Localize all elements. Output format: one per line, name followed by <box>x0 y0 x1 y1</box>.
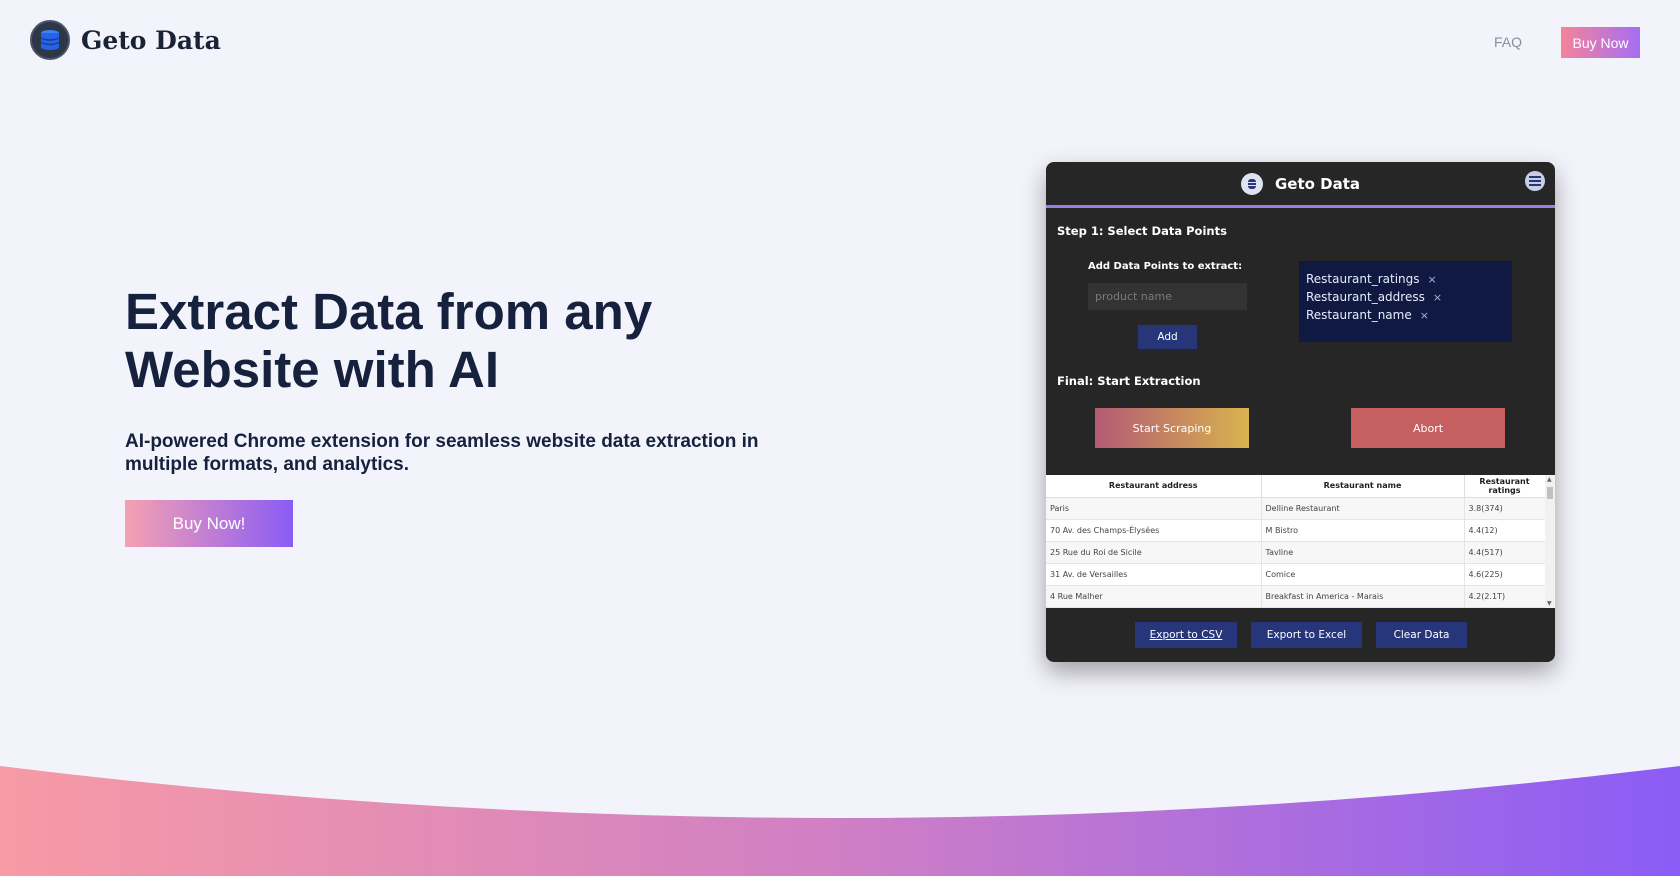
table-row: 31 Av. de Versailles Comice 4.6(225) <box>1046 563 1546 586</box>
start-scraping-button[interactable]: Start Scraping <box>1095 408 1249 448</box>
table-cell: 4 Rue Malher <box>1046 585 1262 608</box>
chip-label: Restaurant_address <box>1306 290 1425 304</box>
column-header[interactable]: Restaurant address <box>1046 475 1262 498</box>
data-point-chip: Restaurant_name × <box>1306 306 1505 324</box>
step1-heading: Step 1: Select Data Points <box>1057 224 1227 238</box>
scroll-up-icon[interactable]: ▲ <box>1547 476 1552 483</box>
remove-icon[interactable]: × <box>1428 273 1437 286</box>
extension-popup: Geto Data Step 1: Select Data Points Add… <box>1046 162 1555 662</box>
data-point-input[interactable] <box>1088 283 1247 310</box>
popup-header: Geto Data <box>1046 162 1555 206</box>
table-cell: Delline Restaurant <box>1261 497 1465 520</box>
table-cell: Tavline <box>1261 541 1465 564</box>
hero-buy-now-button[interactable]: Buy Now! <box>125 500 293 547</box>
table-cell: 4.6(225) <box>1464 563 1546 586</box>
remove-icon[interactable]: × <box>1433 291 1442 304</box>
nav-buy-now-button[interactable]: Buy Now <box>1561 27 1640 58</box>
hero-subtitle: AI-powered Chrome extension for seamless… <box>125 431 759 475</box>
results-table: Restaurant address Restaurant name Resta… <box>1046 475 1555 608</box>
database-icon <box>30 20 70 60</box>
decorative-wave <box>0 766 1680 876</box>
export-csv-button[interactable]: Export to CSV <box>1135 622 1237 648</box>
table-cell: 70 Av. des Champs-Élysées <box>1046 519 1262 542</box>
table-scrollbar[interactable]: ▲ ▼ <box>1545 475 1555 608</box>
add-data-points-label: Add Data Points to extract: <box>1088 261 1243 272</box>
add-button[interactable]: Add <box>1138 325 1197 349</box>
table-row: 70 Av. des Champs-Élysées M Bistro 4.4(1… <box>1046 519 1546 542</box>
table-cell: 4.2(2.1T) <box>1464 585 1546 608</box>
menu-icon[interactable] <box>1525 171 1545 191</box>
popup-title: Geto Data <box>1274 175 1361 193</box>
site-header: Geto Data FAQ Buy Now <box>0 0 1680 84</box>
table-cell: M Bistro <box>1261 519 1465 542</box>
abort-button[interactable]: Abort <box>1351 408 1505 448</box>
table-cell: Comice <box>1261 563 1465 586</box>
table-header-row: Restaurant address Restaurant name Resta… <box>1046 475 1546 498</box>
table-cell: Breakfast in America - Marais <box>1261 585 1465 608</box>
table-row: 25 Rue du Roi de Sicile Tavline 4.4(517) <box>1046 541 1546 564</box>
table-cell: 31 Av. de Versailles <box>1046 563 1262 586</box>
final-heading: Final: Start Extraction <box>1057 374 1201 388</box>
clear-data-button[interactable]: Clear Data <box>1376 622 1467 648</box>
table-cell: 25 Rue du Roi de Sicile <box>1046 541 1262 564</box>
header-divider <box>1046 205 1555 208</box>
table-cell: 3.8(374) <box>1464 497 1546 520</box>
table-cell: 4.4(12) <box>1464 519 1546 542</box>
hero-title: Extract Data from any Website with AI <box>125 283 653 398</box>
scroll-down-icon[interactable]: ▼ <box>1547 600 1552 607</box>
column-header[interactable]: Restaurant ratings <box>1464 475 1546 498</box>
table-cell: Paris <box>1046 497 1262 520</box>
brand-name: Geto Data <box>81 25 221 55</box>
nav-faq-link[interactable]: FAQ <box>1494 34 1522 50</box>
data-points-list: Restaurant_ratings × Restaurant_address … <box>1299 261 1512 342</box>
database-icon <box>1240 173 1263 195</box>
data-point-chip: Restaurant_address × <box>1306 288 1505 306</box>
column-header[interactable]: Restaurant name <box>1261 475 1465 498</box>
table-row: Paris Delline Restaurant 3.8(374) <box>1046 497 1546 520</box>
remove-icon[interactable]: × <box>1420 309 1429 322</box>
chip-label: Restaurant_ratings <box>1306 272 1420 286</box>
chip-label: Restaurant_name <box>1306 308 1412 322</box>
table-cell: 4.4(517) <box>1464 541 1546 564</box>
data-point-chip: Restaurant_ratings × <box>1306 270 1505 288</box>
export-excel-button[interactable]: Export to Excel <box>1251 622 1362 648</box>
table-row: 4 Rue Malher Breakfast in America - Mara… <box>1046 585 1546 608</box>
scroll-thumb[interactable] <box>1547 487 1553 499</box>
brand-logo[interactable]: Geto Data <box>30 20 221 60</box>
